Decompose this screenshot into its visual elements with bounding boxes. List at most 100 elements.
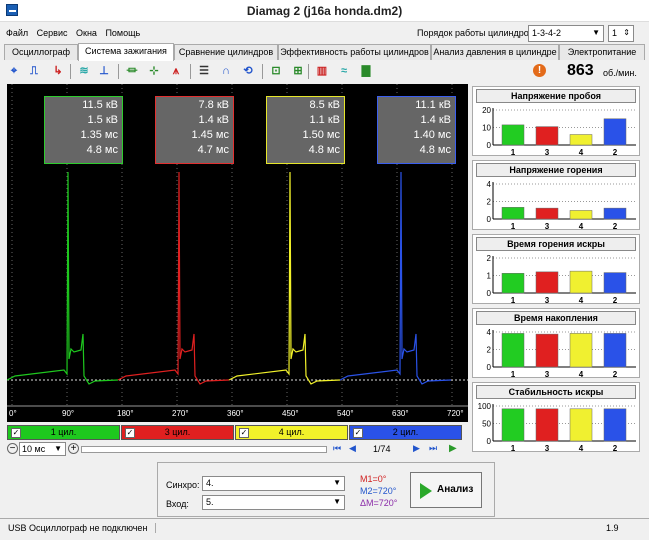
lines-icon[interactable]: ☰	[196, 62, 212, 80]
play-icon[interactable]: ▶	[449, 443, 457, 454]
metric-bar	[535, 126, 559, 146]
cylinder-order-select[interactable]: 1-3-4-2 ▼	[528, 25, 604, 42]
metric-bar	[569, 210, 593, 220]
metric-bar	[569, 333, 593, 368]
metric-bar	[535, 333, 559, 368]
toolbar-separator	[190, 64, 191, 79]
signal-rise-icon[interactable]: ⎍	[26, 62, 42, 80]
checkbox-icon[interactable]: ✓	[353, 428, 363, 438]
x-tick-label: 2	[613, 148, 618, 156]
signal-fall-icon[interactable]: ↳	[50, 62, 66, 80]
menu-help[interactable]: Помощь	[105, 28, 140, 38]
checkbox-icon[interactable]: ✓	[239, 428, 249, 438]
waveform-icon[interactable]: ⏛	[124, 62, 140, 80]
tab-ignition[interactable]: Система зажигания	[78, 43, 174, 61]
waveform-cyl-1	[6, 171, 119, 385]
tab-oscilloscope[interactable]: Осциллограф	[4, 44, 78, 60]
tab-pressure-analysis[interactable]: Анализ давления в цилиндре	[431, 44, 559, 60]
metric-bar	[603, 272, 627, 294]
next-page-icon[interactable]: ▶	[413, 443, 420, 454]
metric-bar	[535, 207, 559, 220]
last-page-icon[interactable]: ⏭	[429, 443, 437, 454]
toolbar-separator	[70, 64, 71, 79]
x-tick-label: 1	[511, 296, 516, 304]
degree-tick: 180°	[117, 409, 134, 418]
tab-cylinder-compare[interactable]: Сравнение цилиндров	[174, 44, 278, 60]
zoom-in-icon[interactable]: +	[68, 443, 79, 454]
zoom-out-icon[interactable]: −	[7, 443, 18, 454]
rpm-unit: об./мин.	[603, 68, 637, 78]
sync-icon[interactable]: ⟲	[240, 62, 256, 80]
align-icon[interactable]: ⊥	[96, 62, 112, 80]
cylinder-label: 2 цил.	[392, 427, 419, 437]
y-tick-label: 100	[478, 402, 492, 411]
cylinder-toggle-1[interactable]: ✓ 1 цил.	[7, 425, 120, 440]
metric-bar	[603, 118, 627, 146]
stack-icon[interactable]: ≋	[76, 62, 92, 80]
cylinder-order-label: Порядок работы цилиндров	[417, 28, 534, 38]
cylinder-label: 1 цил.	[50, 427, 77, 437]
cylinder-toggle-4[interactable]: ✓ 4 цил.	[235, 425, 348, 440]
analyze-button[interactable]: Анализ	[410, 472, 482, 508]
waveform-cyl-2	[339, 171, 452, 385]
metric-bar	[501, 124, 525, 146]
zoom-icon[interactable]: ⊡	[268, 62, 284, 80]
window-title: Diamag 2 (j16a honda.dm2)	[246, 4, 403, 18]
grid-icon[interactable]: ⊞	[290, 62, 306, 80]
y-tick-label: 4	[487, 328, 492, 337]
metric-panel-title: Напряжение горения	[476, 163, 636, 177]
cylinder-count-spinner[interactable]: 1 ⇕	[608, 25, 634, 42]
marker-delta: ΔM=720°	[360, 498, 398, 508]
timeline-scrollbar[interactable]	[81, 446, 327, 453]
playback-controls: − 10 мс ▼ + ⏮ ◀ 1/74 ▶ ⏭ ▶	[7, 442, 463, 457]
input-select[interactable]: 5. ▼	[202, 495, 345, 510]
y-tick-label: 0	[487, 141, 492, 150]
x-tick-label: 2	[613, 370, 618, 378]
readout-burn-kv: 1.4 кВ	[420, 114, 452, 126]
wave-stack-icon[interactable]: ≈	[336, 62, 352, 80]
marker-icon[interactable]: ⊹	[146, 62, 162, 80]
cylinder-count-value: 1	[612, 28, 618, 38]
x-tick-label: 3	[545, 370, 550, 378]
degree-tick: 360°	[227, 409, 244, 418]
phase-icon[interactable]: ∩	[218, 62, 234, 80]
readout-burn-time: 1.45 мс	[191, 129, 229, 141]
peak-icon[interactable]: ⩚	[168, 62, 184, 80]
histogram-icon[interactable]: ▇	[358, 62, 374, 80]
toolbar-separator	[118, 64, 119, 79]
menu-windows[interactable]: Окна	[76, 28, 97, 38]
tab-power[interactable]: Электропитание	[559, 44, 645, 60]
status-bar: USB Осциллограф не подключен 1.9	[0, 518, 649, 540]
metric-bar	[603, 333, 627, 368]
cylinder-toggle-2[interactable]: ✓ 2 цил.	[349, 425, 462, 440]
sync-select[interactable]: 4. ▼	[202, 476, 345, 491]
chevron-down-icon: ▼	[54, 444, 62, 453]
prev-page-icon[interactable]: ◀	[349, 443, 356, 454]
timebase-select[interactable]: 10 мс ▼	[19, 442, 66, 456]
cursor-tool-icon[interactable]: ⌖	[6, 62, 22, 80]
menu-service[interactable]: Сервис	[37, 28, 68, 38]
checkbox-icon[interactable]: ✓	[125, 428, 135, 438]
toolbar-separator	[262, 64, 263, 79]
x-tick-label: 2	[613, 296, 618, 304]
metric-bar-chart: 20 10 0 1 3 4 2	[482, 106, 636, 156]
y-tick-label: 2	[487, 254, 492, 263]
chevron-down-icon: ▼	[333, 478, 341, 487]
x-tick-label: 2	[613, 444, 618, 452]
metric-bar-chart: 100 50 0 1 3 4 2	[478, 402, 636, 452]
cylinder-toggle-3[interactable]: ✓ 3 цил.	[121, 425, 234, 440]
metric-panel: Напряжение горения 4 2 0 1 3 4 2	[472, 160, 640, 230]
readout-breakdown-kv: 11.5 кВ	[82, 99, 118, 111]
menu-file[interactable]: Файл	[6, 28, 28, 38]
degree-tick: 720°	[447, 409, 464, 418]
checkbox-icon[interactable]: ✓	[11, 428, 21, 438]
warning-icon[interactable]: !	[533, 64, 546, 77]
readout-burn-time: 1.50 мс	[302, 129, 340, 141]
bar-chart-icon[interactable]: ▥	[314, 62, 330, 80]
metric-bar	[569, 270, 593, 294]
tab-cylinder-efficiency[interactable]: Эффективность работы цилиндров	[278, 44, 431, 60]
oscilloscope-display[interactable]: 11.5 кВ 1.5 кВ 1.35 мс 4.8 мс 7.8 кВ 1.4…	[6, 84, 468, 422]
metric-bar	[501, 207, 525, 220]
first-page-icon[interactable]: ⏮	[333, 443, 341, 454]
x-tick-label: 1	[511, 370, 516, 378]
